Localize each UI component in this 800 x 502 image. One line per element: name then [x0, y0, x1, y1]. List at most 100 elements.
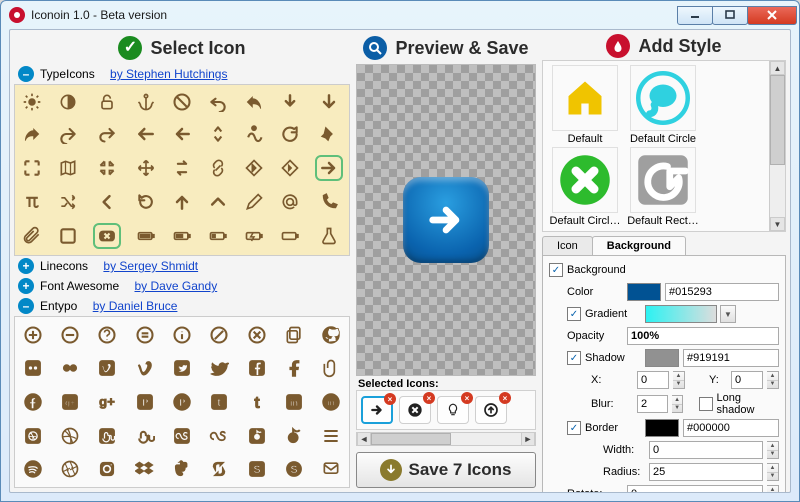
icon-ban[interactable] [171, 91, 193, 113]
icon-arrow-left[interactable] [171, 123, 193, 145]
tab-icon[interactable]: Icon [542, 236, 593, 255]
icon-arrow-up[interactable] [171, 191, 193, 213]
icon-evernote[interactable] [171, 458, 193, 480]
plus-circle-icon[interactable]: + [18, 258, 34, 274]
icon-instagram[interactable] [96, 458, 118, 480]
icon-dropbox[interactable] [134, 458, 156, 480]
icon-battery-full[interactable] [135, 225, 157, 247]
icon-linkedin[interactable]: in [320, 391, 342, 413]
radius-spinner[interactable]: ▲▼ [767, 463, 779, 481]
icon-lastfm[interactable] [208, 425, 230, 447]
remove-icon[interactable]: × [423, 392, 435, 404]
icon-refresh[interactable] [279, 123, 301, 145]
icon-spotify[interactable] [22, 458, 44, 480]
scroll-thumb[interactable] [371, 433, 451, 445]
icon-forward[interactable] [57, 123, 79, 145]
icon-skype[interactable]: S [283, 458, 305, 480]
icon-linkedin-square[interactable]: in [283, 391, 305, 413]
icon-close-circle[interactable] [246, 324, 268, 346]
icon-dribbble[interactable] [59, 425, 81, 447]
icon-tumblr-square[interactable]: t [208, 391, 230, 413]
background-checkbox[interactable]: ✓ [549, 263, 563, 277]
plus-circle-icon[interactable]: + [18, 278, 34, 294]
icon-diamond-right[interactable] [279, 157, 301, 179]
tab-background[interactable]: Background [592, 236, 686, 255]
icon-rdio[interactable] [283, 425, 305, 447]
icon-pinterest[interactable]: P [171, 391, 193, 413]
border-checkbox[interactable]: ✓ [567, 421, 581, 435]
scroll-down-icon[interactable]: ▼ [770, 217, 785, 231]
icon-list[interactable] [320, 425, 342, 447]
icon-angle-up[interactable] [207, 191, 229, 213]
collection-author-link[interactable]: by Sergey Shmidt [103, 259, 198, 273]
icon-minus-circle[interactable] [59, 324, 81, 346]
maximize-button[interactable] [712, 6, 748, 25]
style-default-rect[interactable]: Default Rect… [627, 147, 699, 227]
selected-icon-bulb[interactable]: × [437, 396, 469, 424]
icon-flickr-square[interactable] [22, 357, 44, 379]
icon-pencil[interactable] [243, 191, 265, 213]
icon-reload[interactable] [135, 191, 157, 213]
icon-shuffle[interactable] [57, 191, 79, 213]
icon-equals-circle[interactable] [134, 324, 156, 346]
icon-x-square[interactable] [93, 223, 121, 249]
icon-contrast[interactable] [57, 91, 79, 113]
icon-flickr[interactable] [59, 357, 81, 379]
icon-skype-square[interactable]: S [246, 458, 268, 480]
icon-reply[interactable] [243, 91, 265, 113]
icon-sort[interactable] [207, 123, 229, 145]
color-swatch[interactable] [627, 283, 661, 301]
border-swatch[interactable] [645, 419, 679, 437]
icon-lock-open[interactable] [96, 91, 118, 113]
icon-map[interactable] [57, 157, 79, 179]
minus-circle-icon[interactable]: – [18, 298, 34, 314]
icon-arrow-right[interactable] [315, 155, 343, 181]
icon-plus-circle[interactable] [22, 324, 44, 346]
save-button[interactable]: Save 7 Icons [356, 452, 536, 488]
icon-facebook-fill[interactable] [22, 391, 44, 413]
icon-arrow-bounce[interactable] [243, 123, 265, 145]
selected-icon-close[interactable]: × [399, 396, 431, 424]
icon-link[interactable] [207, 157, 229, 179]
remove-icon[interactable]: × [461, 392, 473, 404]
remove-icon[interactable]: × [499, 392, 511, 404]
blur-spinner[interactable]: ▲▼ [672, 395, 684, 413]
icon-loop[interactable] [171, 157, 193, 179]
collection-typeicons[interactable]: – TypeIcons by Stephen Hutchings [14, 64, 350, 84]
style-grid-scrollbar[interactable]: ▲ ▼ [769, 61, 785, 231]
icon-question-circle[interactable] [96, 324, 118, 346]
longshadow-checkbox[interactable] [699, 397, 712, 411]
icon-gplus[interactable]: g+ [96, 391, 118, 413]
icon-attachment[interactable] [21, 225, 43, 247]
gradient-combo[interactable]: ▼ [720, 305, 736, 323]
radius-input[interactable]: 25 [649, 463, 763, 481]
rotate-input[interactable]: 0 [627, 485, 763, 493]
icon-vimeo[interactable] [134, 357, 156, 379]
icon-undo[interactable] [207, 91, 229, 113]
icon-battery-charge[interactable] [243, 225, 265, 247]
collection-author-link[interactable]: by Stephen Hutchings [110, 67, 227, 81]
icon-arrow-curve[interactable] [96, 123, 118, 145]
icon-share[interactable] [21, 123, 43, 145]
icon-lastfm-square[interactable] [171, 425, 193, 447]
icon-phone[interactable] [318, 191, 340, 213]
icon-move[interactable] [135, 157, 157, 179]
icon-clip[interactable] [320, 357, 342, 379]
icon-stumble-square[interactable] [96, 425, 118, 447]
icon-pinterest-square[interactable]: P [134, 391, 156, 413]
shadow-checkbox[interactable]: ✓ [567, 351, 581, 365]
icon-expand[interactable] [21, 157, 43, 179]
width-spinner[interactable]: ▲▼ [767, 441, 779, 459]
icon-twitter-square[interactable] [171, 357, 193, 379]
icon-dribbble-square[interactable] [22, 425, 44, 447]
icon-battery-empty[interactable] [279, 225, 301, 247]
icon-arrow-down[interactable] [318, 91, 340, 113]
scroll-up-icon[interactable]: ▲ [770, 61, 785, 75]
icon-at[interactable] [279, 191, 301, 213]
collection-entypo[interactable]: – Entypo by Daniel Bruce [14, 296, 350, 316]
icon-pin-rot[interactable] [318, 123, 340, 145]
selected-icon-arrow[interactable]: × [361, 396, 393, 424]
icon-battery-mid[interactable] [171, 225, 193, 247]
icon-vimeo-square[interactable] [96, 357, 118, 379]
icon-flask[interactable] [318, 225, 340, 247]
